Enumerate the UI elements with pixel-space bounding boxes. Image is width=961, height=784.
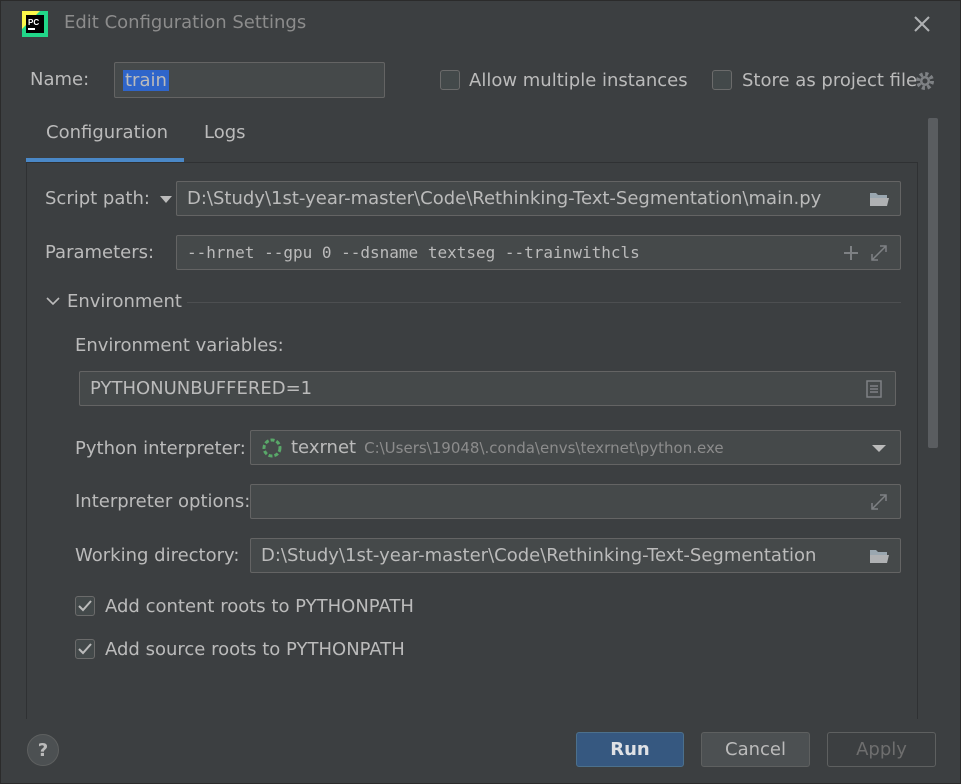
store-as-project-label: Store as project file [742, 70, 918, 91]
checkmark-icon [78, 643, 92, 655]
checkmark-icon [78, 600, 92, 612]
env-vars-label: Environment variables: [75, 335, 284, 356]
svg-text:PC: PC [28, 18, 39, 27]
scrollbar[interactable] [928, 118, 938, 448]
allow-multiple-checkbox-box[interactable] [440, 70, 460, 90]
parameters-value: --hrnet --gpu 0 --dsname textseg --train… [187, 243, 640, 262]
source-roots-checkbox[interactable] [75, 639, 95, 663]
source-roots-checkbox-box[interactable] [75, 639, 95, 659]
name-input[interactable]: train [114, 62, 385, 98]
tab-logs[interactable]: Logs [204, 122, 246, 143]
store-as-project-checkbox[interactable] [712, 70, 732, 95]
dialog-title: Edit Configuration Settings [64, 12, 307, 33]
content-roots-checkbox[interactable] [75, 596, 95, 620]
working-dir-field[interactable]: D:\Study\1st-year-master\Code\Rethinking… [250, 538, 901, 573]
chevron-down-icon[interactable] [45, 292, 61, 310]
environment-section-title[interactable]: Environment [67, 291, 182, 312]
interpreter-label: Python interpreter: [75, 438, 246, 459]
interpreter-path: C:\Users\19048\.conda\envs\texrnet\pytho… [364, 439, 724, 457]
working-dir-value: D:\Study\1st-year-master\Code\Rethinking… [261, 545, 817, 566]
folder-icon[interactable] [868, 545, 890, 567]
content-roots-checkbox-box[interactable] [75, 596, 95, 616]
chevron-down-icon [159, 196, 172, 203]
allow-multiple-label: Allow multiple instances [469, 70, 688, 91]
help-button[interactable]: ? [27, 734, 59, 766]
interpreter-select[interactable]: texrnet C:\Users\19048\.conda\envs\texrne… [250, 430, 901, 465]
script-path-label-text: Script path: [45, 188, 150, 209]
allow-multiple-checkbox[interactable] [440, 70, 460, 95]
interpreter-options-label: Interpreter options: [75, 491, 251, 512]
parameters-field[interactable]: --hrnet --gpu 0 --dsname textseg --train… [176, 235, 901, 270]
folder-icon[interactable] [868, 188, 890, 210]
name-input-value: train [123, 69, 169, 91]
env-vars-field[interactable]: PYTHONUNBUFFERED=1 [79, 371, 896, 406]
content-roots-label: Add content roots to PYTHONPATH [105, 596, 414, 617]
tab-configuration[interactable]: Configuration [46, 122, 168, 143]
name-label: Name: [30, 69, 90, 90]
pycharm-logo-icon: PC [22, 11, 48, 37]
script-path-label[interactable]: Script path: [45, 188, 172, 209]
run-button[interactable]: Run [576, 732, 684, 767]
script-path-value: D:\Study\1st-year-master\Code\Rethinking… [187, 188, 822, 209]
close-icon[interactable] [908, 10, 936, 38]
plus-icon[interactable] [840, 242, 862, 264]
store-as-project-checkbox-box[interactable] [712, 70, 732, 90]
document-icon[interactable] [863, 378, 885, 400]
expand-icon[interactable] [868, 491, 890, 513]
working-dir-label: Working directory: [75, 545, 240, 566]
apply-button[interactable]: Apply [827, 732, 936, 767]
source-roots-label: Add source roots to PYTHONPATH [105, 639, 405, 660]
script-path-field[interactable]: D:\Study\1st-year-master\Code\Rethinking… [176, 181, 901, 216]
expand-icon[interactable] [868, 242, 890, 264]
interpreter-options-field[interactable] [250, 484, 901, 519]
cancel-button[interactable]: Cancel [701, 732, 810, 767]
gear-icon[interactable] [914, 70, 936, 92]
parameters-label: Parameters: [45, 242, 155, 263]
interpreter-status-icon [262, 438, 282, 457]
chevron-down-icon[interactable] [868, 437, 890, 459]
environment-separator [187, 302, 901, 303]
interpreter-name: texrnet [291, 437, 357, 458]
env-vars-value: PYTHONUNBUFFERED=1 [90, 378, 313, 399]
